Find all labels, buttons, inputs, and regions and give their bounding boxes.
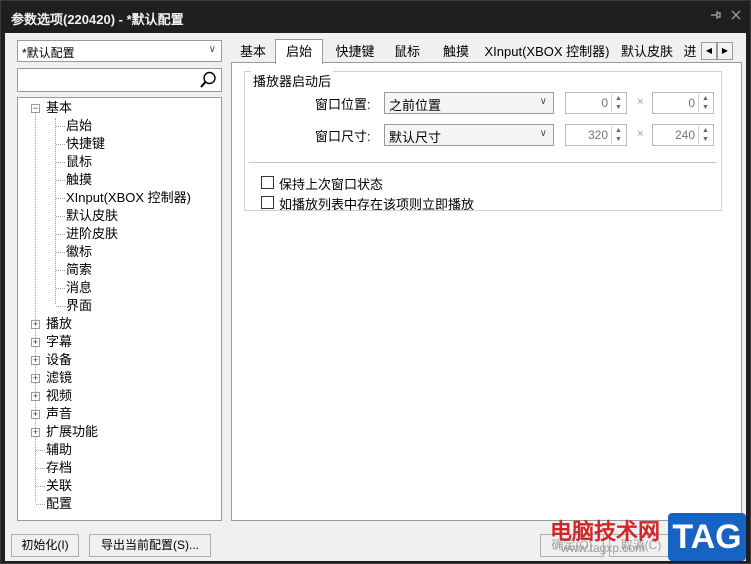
tab-mouse[interactable]: 鼠标	[385, 42, 429, 63]
tree-item-shortcuts[interactable]: 快捷键	[66, 135, 105, 153]
watermark-url: www.tagxp.com	[561, 541, 646, 555]
profile-select-value: *默认配置	[22, 46, 75, 60]
size-width-stepper[interactable]: 320 ▲ ▼	[565, 124, 627, 146]
tree-item-extensions[interactable]: 扩展功能	[46, 423, 98, 441]
collapse-icon[interactable]: −	[31, 104, 40, 113]
position-x-stepper[interactable]: 0 ▲ ▼	[565, 92, 627, 114]
size-width-value: 320	[587, 128, 608, 142]
size-height-stepper[interactable]: 240 ▲ ▼	[652, 124, 714, 146]
export-config-button[interactable]: 导出当前配置(S)...	[89, 534, 211, 557]
expand-icon[interactable]: +	[31, 392, 40, 401]
tree-item-logo[interactable]: 徽标	[66, 243, 92, 261]
window-size-label: 窗口尺寸:	[315, 129, 371, 144]
tree-item-touch[interactable]: 触摸	[66, 171, 92, 189]
play-if-exists-checkbox[interactable]	[261, 196, 274, 209]
chevron-down-icon: ∨	[539, 128, 547, 139]
tab-scroll-right-icon[interactable]: ▶	[717, 42, 733, 60]
expand-icon[interactable]: +	[31, 374, 40, 383]
tree-item-xinput[interactable]: XInput(XBOX 控制器)	[66, 189, 191, 207]
size-height-value: 240	[674, 128, 695, 142]
tree-item-mouse[interactable]: 鼠标	[66, 153, 92, 171]
chevron-down-icon: ∨	[539, 96, 547, 107]
window-size-value: 默认尺寸	[389, 130, 442, 145]
spin-up-icon[interactable]: ▲	[699, 94, 712, 103]
window-position-select[interactable]: 之前位置 ∨	[384, 92, 554, 114]
expand-icon[interactable]: +	[31, 320, 40, 329]
tab-shortcuts[interactable]: 快捷键	[327, 42, 383, 63]
spin-up-icon[interactable]: ▲	[612, 126, 625, 135]
tab-more[interactable]: 进	[683, 42, 697, 63]
chevron-down-icon: ∨	[208, 44, 216, 55]
play-if-exists-label[interactable]: 如播放列表中存在该项则立即播放	[279, 194, 474, 213]
tree-item-audio[interactable]: 声音	[46, 405, 72, 423]
dialog-client: *默认配置 ∨ − 基本 启始 快捷键 鼠标 触摸 XInput(XBOX 控制…	[5, 33, 746, 561]
position-y-stepper[interactable]: 0 ▲ ▼	[652, 92, 714, 114]
tree-item-advanced-skin[interactable]: 进阶皮肤	[66, 225, 118, 243]
position-y-value: 0	[688, 96, 695, 110]
tree-item-video[interactable]: 视频	[46, 387, 72, 405]
tab-strip: 基本 启始 快捷键 鼠标 触摸 XInput(XBOX 控制器) 默认皮肤 进 …	[231, 39, 741, 64]
expand-icon[interactable]: +	[31, 428, 40, 437]
preferences-window: 参数选项(220420) - *默认配置 *默认配置 ∨ − 基本 启始 快捷键…	[0, 0, 751, 564]
expand-icon[interactable]: +	[31, 410, 40, 419]
tree-item-archive[interactable]: 存档	[46, 459, 72, 477]
reset-button[interactable]: 初始化(I)	[11, 534, 79, 557]
tree-item-startup[interactable]: 启始	[66, 117, 92, 135]
tab-default-skin[interactable]: 默认皮肤	[615, 42, 679, 63]
startup-group: 播放器启动后 窗口位置: 之前位置 ∨ 0 ▲ ▼ × 0 ▲ ▼ 窗口尺寸: 默认…	[244, 71, 722, 213]
expand-icon[interactable]: +	[31, 356, 40, 365]
tab-basic[interactable]: 基本	[233, 42, 273, 63]
keep-state-checkbox[interactable]	[261, 176, 274, 189]
window-title: 参数选项(220420) - *默认配置	[11, 12, 184, 27]
window-position-label: 窗口位置:	[315, 97, 371, 112]
position-x-value: 0	[601, 96, 608, 110]
search-icon[interactable]	[198, 70, 218, 90]
search-box[interactable]	[17, 68, 222, 92]
spin-down-icon[interactable]: ▼	[699, 135, 712, 144]
tab-scroll-left-icon[interactable]: ◀	[701, 42, 717, 60]
tree-item-filters[interactable]: 滤镜	[46, 369, 72, 387]
pin-icon[interactable]	[707, 8, 723, 24]
group-title: 播放器启动后	[251, 71, 334, 90]
keep-state-label[interactable]: 保持上次窗口状态	[279, 174, 383, 193]
times-sign: ×	[637, 96, 644, 108]
settings-tree[interactable]: − 基本 启始 快捷键 鼠标 触摸 XInput(XBOX 控制器) 默认皮肤 …	[17, 97, 222, 521]
times-sign: ×	[637, 128, 644, 140]
tree-item-basic[interactable]: 基本	[46, 99, 72, 117]
profile-select[interactable]: *默认配置 ∨	[17, 40, 222, 62]
spin-down-icon[interactable]: ▼	[612, 103, 625, 112]
tree-item-messages[interactable]: 消息	[66, 279, 92, 297]
tab-touch[interactable]: 触摸	[433, 42, 479, 63]
spin-down-icon[interactable]: ▼	[699, 103, 712, 112]
startup-page: 播放器启动后 窗口位置: 之前位置 ∨ 0 ▲ ▼ × 0 ▲ ▼ 窗口尺寸: 默认…	[231, 62, 742, 521]
tree-item-simple-search[interactable]: 简索	[66, 261, 92, 279]
spin-up-icon[interactable]: ▲	[612, 94, 625, 103]
tree-item-association[interactable]: 关联	[46, 477, 72, 495]
search-input[interactable]	[20, 71, 198, 89]
window-position-value: 之前位置	[389, 98, 442, 113]
tree-item-devices[interactable]: 设备	[46, 351, 72, 369]
tree-item-auxiliary[interactable]: 辅助	[46, 441, 72, 459]
tree-item-default-skin[interactable]: 默认皮肤	[66, 207, 118, 225]
separator	[249, 162, 717, 163]
tab-xinput[interactable]: XInput(XBOX 控制器)	[483, 42, 611, 63]
tree-item-subtitles[interactable]: 字幕	[46, 333, 72, 351]
tree-item-interface[interactable]: 界面	[66, 297, 92, 315]
title-bar: 参数选项(220420) - *默认配置	[1, 1, 750, 33]
spin-down-icon[interactable]: ▼	[612, 135, 625, 144]
window-size-select[interactable]: 默认尺寸 ∨	[384, 124, 554, 146]
tree-item-config[interactable]: 配置	[46, 495, 72, 513]
expand-icon[interactable]: +	[31, 338, 40, 347]
tree-item-playback[interactable]: 播放	[46, 315, 72, 333]
watermark-logo: TAG	[668, 513, 746, 561]
close-icon[interactable]	[728, 8, 744, 24]
tab-startup[interactable]: 启始	[275, 39, 323, 64]
spin-up-icon[interactable]: ▲	[699, 126, 712, 135]
